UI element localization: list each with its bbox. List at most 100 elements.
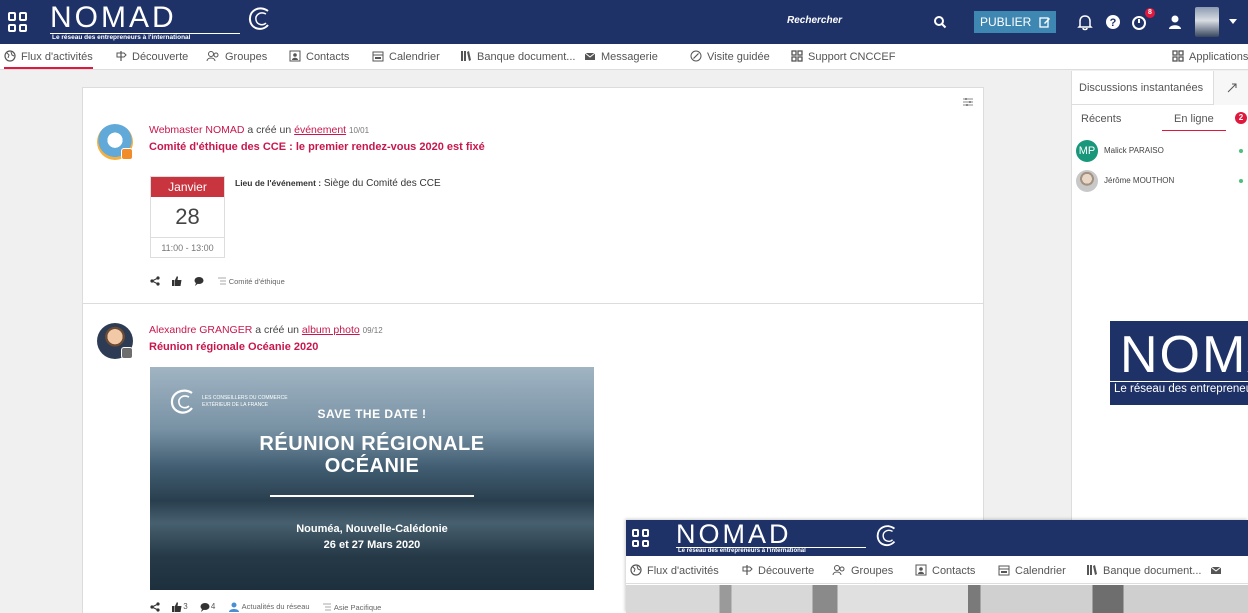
contact-avatar <box>1076 170 1098 192</box>
tag-item[interactable]: Comité d'éthique <box>217 277 285 286</box>
nav-label: Groupes <box>225 51 268 63</box>
books-icon <box>1087 565 1097 575</box>
logo-word: NOMAD <box>676 520 792 549</box>
edit-icon <box>1039 17 1050 28</box>
banner-divider <box>1110 381 1248 382</box>
users-icon <box>832 565 845 576</box>
post-actions: Comité d'éthique <box>150 276 295 286</box>
group-avatar-icon <box>228 602 239 612</box>
nav-item-contacts[interactable]: Contacts <box>915 564 975 577</box>
nav-label: Visite guidée <box>707 51 770 63</box>
author-link[interactable]: Alexandre GRANGER <box>149 324 252 336</box>
nomad-logo[interactable]: NOMAD Le réseau des entrepreneurs à l'in… <box>50 3 270 43</box>
nav-label: Banque document... <box>477 51 576 63</box>
like-icon <box>172 602 182 612</box>
tag-label: Comité d'éthique <box>228 276 285 286</box>
apps-grid-icon[interactable] <box>632 529 650 547</box>
album-cover-image[interactable]: LES CONSEILLERS DU COMMERCE EXTÉRIEUR DE … <box>150 367 594 590</box>
tab-recent[interactable]: Récents <box>1081 113 1121 125</box>
help-icon[interactable]: ? <box>1104 13 1122 31</box>
calendar-icon <box>998 565 1010 576</box>
comment-button[interactable]: 4 <box>200 602 215 612</box>
nav-item-messagerie[interactable]: Messagerie <box>584 50 658 63</box>
nav-item-messagerie[interactable] <box>1210 564 1227 577</box>
nav-item-calendrier[interactable]: Calendrier <box>372 50 440 63</box>
like-button[interactable]: 3 <box>172 602 188 612</box>
search-icon[interactable] <box>933 15 947 29</box>
nav-item-calendrier[interactable]: Calendrier <box>998 564 1066 577</box>
cce-emblem-icon <box>248 7 269 30</box>
like-count: 3 <box>183 602 188 612</box>
overlapping-window[interactable]: NOMAD Le réseau des entrepreneurs à l'in… <box>626 520 1248 613</box>
tag-label: Asie Pacifique <box>333 602 382 612</box>
nav-item-contacts[interactable]: Contacts <box>289 50 349 63</box>
publish-button[interactable]: PUBLIER <box>974 11 1056 33</box>
expand-button[interactable] <box>1213 71 1248 105</box>
nomad-logo[interactable]: NOMAD Le réseau des entrepreneurs à l'in… <box>676 521 906 555</box>
chat-title: Discussions instantanées <box>1079 82 1204 94</box>
post-object-link[interactable]: événement <box>294 124 346 136</box>
nav-item-flux[interactable]: Flux d'activités <box>630 564 719 577</box>
chat-contact[interactable]: Jérôme MOUTHON <box>1076 170 1248 192</box>
nav-label: Contacts <box>306 51 350 63</box>
users-icon <box>206 51 219 62</box>
signpost-icon <box>116 51 127 61</box>
share-icon[interactable] <box>150 276 160 286</box>
chevron-down-icon[interactable] <box>1229 19 1237 24</box>
event-time: 11:00 - 13:00 <box>151 237 224 257</box>
post-object-link[interactable]: album photo <box>302 324 360 336</box>
tab-online[interactable]: En ligne <box>1162 113 1226 131</box>
search-box[interactable]: Rechercher <box>783 11 953 33</box>
like-icon[interactable] <box>172 276 182 286</box>
post-actions: 3 4 Actualités du réseau Asie Pacifique <box>150 602 391 612</box>
post-title[interactable]: Comité d'éthique des CCE : le premier re… <box>149 141 485 153</box>
chat-panel: Discussions instantanées Récents En lign… <box>1071 71 1248 521</box>
logo-tagline: Le réseau des entrepreneurs à l'internat… <box>52 34 191 41</box>
nav-item-banque[interactable]: Banque document... <box>460 50 575 63</box>
nav-item-groupes[interactable]: Groupes <box>206 50 267 63</box>
nav-label: Calendrier <box>1015 565 1066 577</box>
comment-icon[interactable] <box>194 276 204 286</box>
bell-icon[interactable] <box>1076 13 1094 31</box>
nav-item-support[interactable]: Support CNCCEF <box>791 50 895 63</box>
calendar-badge-icon <box>121 148 133 160</box>
user-icon[interactable] <box>1166 13 1184 31</box>
tag-item[interactable]: Asie Pacifique <box>322 602 382 612</box>
nav-label: Découverte <box>132 51 189 63</box>
post-title[interactable]: Réunion régionale Océanie 2020 <box>149 341 318 353</box>
nav-item-applications[interactable]: Applications <box>1172 50 1248 63</box>
nav-item-decouverte[interactable]: Découverte <box>115 50 188 63</box>
logo-word: NOMAD <box>50 1 177 34</box>
tag-icon <box>217 277 226 285</box>
event-location-label: Lieu de l'événement : <box>235 178 322 188</box>
comment-icon <box>200 603 210 612</box>
group-label: Actualités du réseau <box>241 602 310 612</box>
nav-label: Banque document... <box>1103 565 1202 577</box>
nav-label: Calendrier <box>389 51 440 63</box>
nav-label: Flux d'activités <box>647 565 719 577</box>
share-icon[interactable] <box>150 602 160 612</box>
post-action: a créé un <box>247 124 292 136</box>
user-avatar[interactable] <box>1195 7 1219 37</box>
search-input[interactable]: Rechercher <box>787 15 842 26</box>
image-save-the-date: SAVE THE DATE ! <box>317 407 427 421</box>
nav-item-groupes[interactable]: Groupes <box>832 564 893 577</box>
nav-item-visite[interactable]: Visite guidée <box>690 50 770 63</box>
overlay-header: NOMAD Le réseau des entrepreneurs à l'in… <box>626 520 1248 556</box>
image-divider <box>270 495 474 497</box>
online-count-badge: 2 <box>1235 112 1247 124</box>
chat-contact[interactable]: MP Malick PARAISO <box>1076 140 1248 162</box>
post-date: 09/12 <box>362 326 383 335</box>
nav-item-decouverte[interactable]: Découverte <box>741 564 814 577</box>
envelope-icon <box>584 52 596 60</box>
nav-label: Groupes <box>851 565 894 577</box>
online-status-icon <box>1239 149 1243 153</box>
apps-grid-icon[interactable] <box>8 12 28 32</box>
nav-item-banque[interactable]: Banque document... <box>1086 564 1201 577</box>
group-item[interactable]: Actualités du réseau <box>228 602 310 612</box>
event-date-card: Janvier 28 11:00 - 13:00 <box>150 176 225 258</box>
nav-label: Flux d'activités <box>21 51 93 63</box>
author-link[interactable]: Webmaster NOMAD <box>149 124 245 136</box>
nav-label: Messagerie <box>601 51 658 63</box>
nav-item-flux[interactable]: Flux d'activités <box>4 50 93 69</box>
